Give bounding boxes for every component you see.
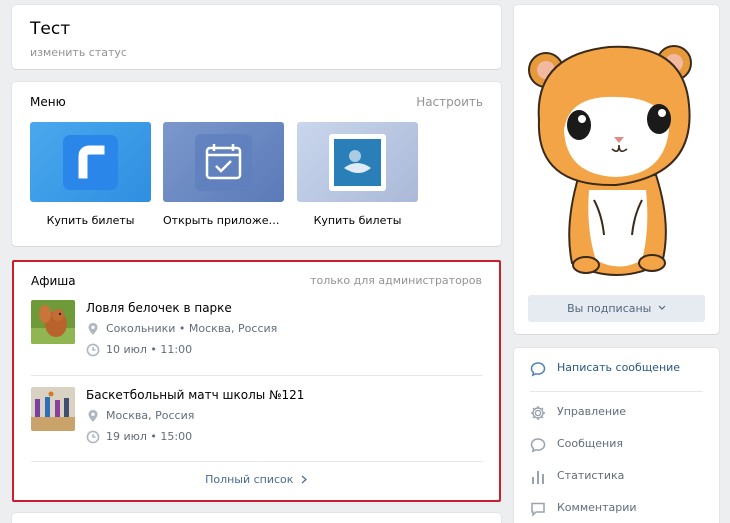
event-location: Москва, Россия	[86, 409, 194, 423]
subscribed-button[interactable]: Вы подписаны	[528, 295, 705, 322]
statistics-label: Статистика	[557, 469, 625, 482]
clock-icon	[86, 430, 100, 444]
menu-app-buy-tickets[interactable]: Купить билеты	[30, 122, 151, 227]
subscribed-button-label: Вы подписаны	[567, 302, 652, 315]
event-datetime-text: 19 июл • 15:00	[106, 430, 193, 443]
squirrel-photo[interactable]	[31, 300, 75, 344]
menu-configure-link[interactable]: Настроить	[416, 95, 483, 109]
manage-label: Управление	[557, 405, 627, 418]
afisha-title: Афиша	[31, 274, 76, 288]
event-divider	[31, 375, 483, 376]
calendar-check-icon	[163, 122, 284, 202]
afisha-card: Афиша только для администраторов Ловля б…	[12, 260, 501, 502]
full-list-label: Полный список	[205, 473, 294, 486]
page-title: Тест	[30, 19, 71, 39]
menu-app-label: Купить билеты	[46, 214, 135, 227]
full-list-link[interactable]: Полный список	[14, 473, 499, 486]
hamster-avatar[interactable]	[524, 25, 709, 285]
message-bubble-icon	[530, 438, 546, 453]
profile-header-card: Тест изменить статус	[12, 5, 501, 69]
event-name[interactable]: Баскетбольный матч школы №121	[86, 388, 304, 402]
app-logo-icon	[297, 122, 418, 202]
ticket-app-icon	[30, 122, 151, 202]
event-location-text: Москва, Россия	[106, 409, 195, 422]
menu-app-open-app[interactable]: Открыть приложен…	[163, 122, 284, 227]
gear-icon	[531, 406, 545, 420]
write-message-label: Написать сообщение	[557, 361, 681, 374]
chevron-right-icon	[301, 475, 307, 484]
event-datetime: 10 июл • 11:00	[86, 343, 192, 357]
menu-app-label: Купить билеты	[313, 214, 402, 227]
menu-title: Меню	[30, 95, 66, 109]
menu-card: Меню Настроить Купить билеты Открыть при…	[12, 82, 501, 246]
event-divider	[31, 461, 483, 462]
clock-icon	[86, 343, 100, 357]
basketball-photo[interactable]	[31, 387, 75, 431]
event-datetime-text: 10 июл • 11:00	[106, 343, 193, 356]
menu-app-label: Открыть приложен…	[163, 214, 284, 227]
location-pin-icon	[88, 410, 98, 422]
event-location-text: Сокольники • Москва, Россия	[106, 322, 278, 335]
bar-chart-icon	[532, 471, 544, 484]
menu-app-buy-tickets-2[interactable]: Купить билеты	[297, 122, 418, 227]
actions-divider	[530, 391, 703, 392]
chevron-down-icon	[658, 305, 666, 310]
avatar-card: Вы подписаны	[514, 5, 719, 334]
location-pin-icon	[88, 323, 98, 335]
comments-label: Комментарии	[557, 501, 637, 514]
next-card	[12, 513, 501, 523]
comment-icon	[531, 502, 545, 517]
event-name[interactable]: Ловля белочек в парке	[86, 301, 232, 315]
event-location: Сокольники • Москва, Россия	[86, 322, 277, 336]
change-status-link[interactable]: изменить статус	[30, 46, 127, 59]
actions-card: Написать сообщение Управление Сообщения …	[514, 348, 719, 523]
message-bubble-icon	[530, 362, 546, 377]
messages-label: Сообщения	[557, 437, 624, 450]
admins-only-note: только для администраторов	[310, 274, 482, 287]
event-datetime: 19 июл • 15:00	[86, 430, 192, 444]
